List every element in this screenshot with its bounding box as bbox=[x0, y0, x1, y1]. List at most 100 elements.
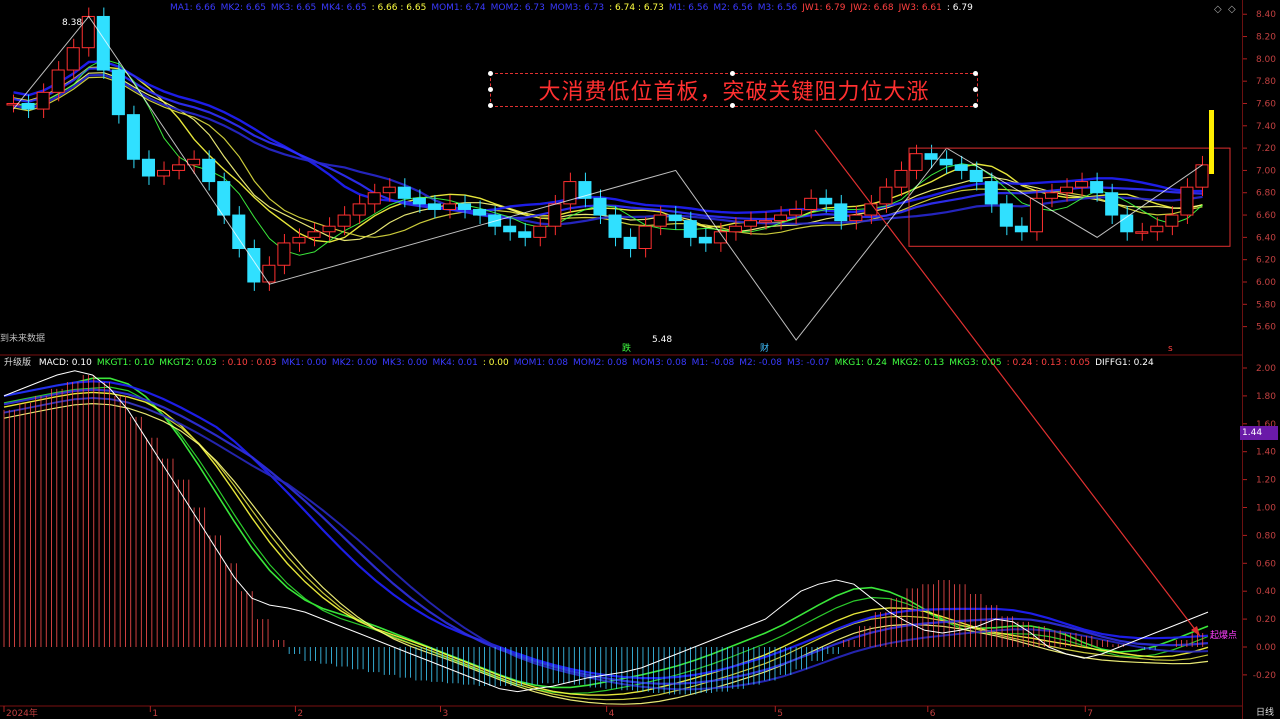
candle-body bbox=[879, 186, 893, 205]
banner-handle[interactable] bbox=[730, 103, 735, 108]
yellow-signal-bar bbox=[1209, 110, 1214, 174]
candle-body bbox=[683, 220, 697, 238]
candle-body bbox=[1180, 186, 1194, 216]
indicator-value: : 0.00 bbox=[482, 358, 509, 368]
indicator-value: MKGT1: 0.10 bbox=[96, 358, 155, 368]
indicator-value: M1: 6.56 bbox=[668, 3, 709, 13]
period-label[interactable]: 日线 bbox=[1256, 705, 1274, 718]
candle-body bbox=[427, 203, 441, 210]
candle-body bbox=[352, 203, 366, 216]
right-axis-panel bbox=[1242, 0, 1280, 719]
indicator-value: MK4: 6.65 bbox=[321, 3, 367, 13]
candle-body bbox=[172, 164, 186, 171]
candle-body bbox=[1075, 181, 1089, 188]
indicator-value: MK1: 0.00 bbox=[281, 358, 327, 368]
candle-body bbox=[202, 158, 216, 183]
price-marker: 1.44 bbox=[1240, 426, 1278, 440]
indicator-value: : 0.10 : 0.03 bbox=[221, 358, 277, 368]
candle-body bbox=[322, 225, 336, 233]
macd-indicator-name: 升级版 bbox=[4, 358, 32, 368]
diamond-icon-2[interactable]: ◇ bbox=[1228, 4, 1236, 15]
indicator-value: : 0.24 : 0.13 : 0.05 bbox=[1006, 358, 1091, 368]
indicator-value: JW3: 6.61 bbox=[898, 3, 942, 13]
candle-body bbox=[804, 197, 818, 210]
candle-body bbox=[187, 158, 201, 166]
candle-body bbox=[1165, 214, 1179, 227]
candle-body bbox=[894, 169, 908, 188]
indicator-value: M3: 6.56 bbox=[757, 3, 798, 13]
zigzag-lines bbox=[13, 15, 1203, 341]
indicator-value: : 6.74 : 6.73 bbox=[609, 3, 664, 13]
candle-body bbox=[638, 225, 652, 250]
banner-handle[interactable] bbox=[973, 71, 978, 76]
candle-body bbox=[96, 15, 110, 71]
candle-body bbox=[473, 208, 487, 216]
candle-body bbox=[533, 225, 547, 238]
candle-body bbox=[668, 214, 682, 222]
x-axis-ticks: 2024年 1 2 3 4 5 6 7 bbox=[3, 706, 1093, 719]
candle-body bbox=[367, 192, 381, 205]
candle-body bbox=[1044, 192, 1058, 199]
x-tick-label: 2 bbox=[297, 709, 303, 719]
x-tick-label: 7 bbox=[1087, 709, 1093, 719]
candle-body bbox=[984, 181, 998, 205]
banner-handle[interactable] bbox=[488, 71, 493, 76]
indicator-value: MK2: 6.65 bbox=[220, 3, 266, 13]
macd-histogram bbox=[3, 374, 1204, 695]
candle-body bbox=[999, 203, 1013, 227]
indicator-value: MOM1: 6.74 bbox=[431, 3, 486, 13]
top-indicator-header: MA1: 6.66 MK2: 6.65 MK3: 6.65 MK4: 6.65 : 6.… bbox=[170, 3, 978, 13]
candle-body bbox=[51, 69, 65, 93]
banner-handle[interactable] bbox=[488, 87, 493, 92]
future-data-label: 到未来数据 bbox=[0, 334, 46, 344]
diamond-icon[interactable]: ◇ bbox=[1214, 4, 1222, 15]
candle-body bbox=[593, 197, 607, 216]
banner-handle[interactable] bbox=[730, 71, 735, 76]
indicator-value: JW2: 6.68 bbox=[850, 3, 894, 13]
indicator-value: MA1: 6.66 bbox=[170, 3, 216, 13]
indicator-value: MK4: 0.01 bbox=[432, 358, 478, 368]
candle-body bbox=[789, 208, 803, 216]
candles bbox=[6, 7, 1209, 291]
candle-body bbox=[157, 169, 171, 177]
indicator-value: : 6.79 bbox=[946, 3, 973, 13]
indicator-value: MK2: 0.00 bbox=[331, 358, 378, 368]
candle-body bbox=[653, 214, 667, 227]
candle-body bbox=[774, 214, 788, 222]
candle-body bbox=[126, 114, 140, 160]
candle-body bbox=[1060, 186, 1074, 194]
banner-handle[interactable] bbox=[973, 87, 978, 92]
candle-body bbox=[834, 203, 848, 222]
candle-body bbox=[954, 164, 968, 171]
candle-body bbox=[111, 69, 125, 116]
indicator-value: MKG2: 0.13 bbox=[891, 358, 945, 368]
candle-body bbox=[698, 236, 712, 244]
candle-body bbox=[21, 102, 35, 110]
candle-body bbox=[819, 197, 833, 205]
candle-body bbox=[36, 91, 50, 110]
banner-handle[interactable] bbox=[488, 103, 493, 108]
candle-body bbox=[382, 186, 396, 194]
candle-body bbox=[307, 231, 321, 238]
indicator-value: MKGT2: 0.03 bbox=[159, 358, 217, 368]
indicator-value: M2: -0.08 bbox=[739, 358, 782, 368]
banner-handle[interactable] bbox=[973, 103, 978, 108]
x-tick-label: 2024年 bbox=[6, 707, 38, 719]
low-price-label: 5.48 bbox=[652, 335, 673, 345]
annotation-banner: 大消费低位首板，突破关键阻力位大涨 bbox=[490, 73, 978, 107]
candle-body bbox=[442, 203, 457, 210]
die-marker: 跌 bbox=[622, 344, 632, 354]
annotation-banner-text: 大消费低位首板，突破关键阻力位大涨 bbox=[538, 80, 930, 105]
candle-body bbox=[608, 214, 622, 238]
candle-body bbox=[849, 214, 863, 222]
cai-marker: 财 bbox=[760, 344, 770, 354]
indicator-value: DIFFG1: 0.24 bbox=[1095, 358, 1154, 368]
candle-body bbox=[277, 242, 291, 266]
candle-body bbox=[292, 236, 306, 244]
indicator-value: MK3: 6.65 bbox=[270, 3, 317, 13]
candle-body bbox=[924, 153, 938, 160]
x-tick-label: 3 bbox=[442, 709, 448, 719]
candle-body bbox=[1150, 225, 1164, 233]
indicator-value: JW1: 6.79 bbox=[802, 3, 846, 13]
indicator-value: M1: -0.08 bbox=[691, 358, 735, 368]
